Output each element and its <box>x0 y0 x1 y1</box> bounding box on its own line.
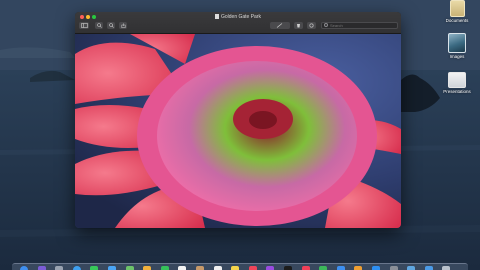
desktop: Documents Images Presentations Golden Ga… <box>0 0 480 270</box>
zoom-in-button[interactable] <box>107 22 115 29</box>
maps-icon[interactable] <box>125 266 134 270</box>
news-icon[interactable] <box>301 266 310 270</box>
numbers-icon[interactable] <box>319 266 328 270</box>
share-button[interactable] <box>119 22 127 29</box>
images-stack-icon <box>448 33 466 53</box>
search-input[interactable] <box>321 22 398 29</box>
desktop-item-documents[interactable]: Documents <box>437 0 477 23</box>
window-title: Golden Gate Park <box>75 14 401 20</box>
keynote-icon[interactable] <box>336 266 345 270</box>
share-icon <box>121 23 125 28</box>
fill-button[interactable] <box>294 22 303 29</box>
presentations-stack-icon <box>448 72 466 88</box>
zoom-out-icon <box>96 23 102 28</box>
downloads-icon[interactable] <box>424 266 433 270</box>
app-store-icon[interactable] <box>372 266 380 270</box>
facetime-icon[interactable] <box>160 266 169 270</box>
mail-icon[interactable] <box>108 266 116 270</box>
sidebar-icon <box>80 23 88 28</box>
contacts-icon[interactable] <box>196 266 204 270</box>
markup-pen-icon <box>276 23 283 28</box>
coneflower-photo <box>75 34 401 228</box>
rotate-icon <box>309 23 314 28</box>
pages-icon[interactable] <box>354 266 363 270</box>
fill-icon <box>297 24 300 28</box>
window-titlebar[interactable]: Golden Gate Park <box>75 12 401 34</box>
launchpad-icon[interactable] <box>55 266 64 270</box>
rotate-button[interactable] <box>307 22 316 29</box>
zoom-in-icon <box>108 23 114 28</box>
photo-canvas[interactable] <box>75 34 401 228</box>
preview-window: Golden Gate Park <box>75 12 401 228</box>
system-preferences-icon[interactable] <box>389 266 398 270</box>
safari-icon[interactable] <box>72 266 81 270</box>
calendar-icon[interactable] <box>178 266 187 270</box>
messages-icon[interactable] <box>90 266 99 270</box>
window-title-text: Golden Gate Park <box>220 14 262 20</box>
dock <box>12 263 468 270</box>
siri-icon[interactable] <box>37 266 46 270</box>
finder-icon[interactable] <box>20 266 28 270</box>
desktop-item-images[interactable]: Images <box>437 33 477 59</box>
trash-icon[interactable] <box>442 266 451 270</box>
desktop-item-presentations[interactable]: Presentations <box>437 72 477 94</box>
sidebar-toggle-button[interactable] <box>79 22 89 29</box>
desktop-item-label: Documents <box>445 18 469 23</box>
notes-icon[interactable] <box>231 266 240 270</box>
documents-stack-icon <box>449 0 465 17</box>
podcasts-icon[interactable] <box>266 266 275 270</box>
markup-button[interactable] <box>270 22 290 29</box>
desktop-item-label: Presentations <box>443 89 471 94</box>
zoom-out-button[interactable] <box>95 22 103 29</box>
preview-icon[interactable] <box>407 266 416 270</box>
desktop-item-label: Images <box>449 54 465 59</box>
tv-icon[interactable] <box>284 266 292 270</box>
photos-icon[interactable] <box>143 266 152 270</box>
reminders-icon[interactable] <box>213 266 222 270</box>
music-icon[interactable] <box>248 266 257 270</box>
document-icon <box>214 14 219 19</box>
search-icon <box>324 23 328 27</box>
